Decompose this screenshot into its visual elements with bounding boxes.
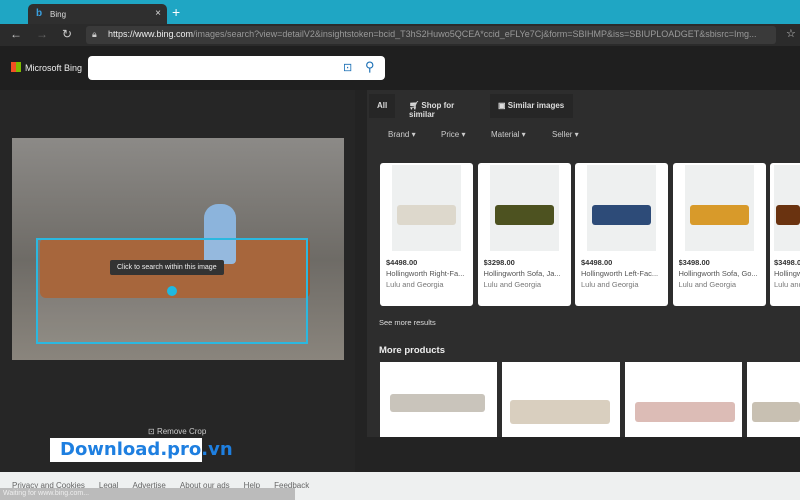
product-title: Hollingworth Right-Fa...: [386, 269, 465, 278]
forward-icon[interactable]: →: [36, 27, 48, 41]
product-seller: Lulu and Georgia: [774, 280, 800, 289]
filter-label: Seller: [552, 130, 573, 139]
product-image: [752, 402, 800, 422]
tab-all[interactable]: All: [369, 94, 396, 118]
filter-label: Price: [441, 130, 460, 139]
product-card[interactable]: $4498.00 Hollingworth Left-Fac... Lulu a…: [575, 163, 668, 306]
hotspot-dot[interactable]: [167, 286, 177, 296]
product-seller: Lulu and Georgia: [678, 280, 737, 289]
remove-crop-button[interactable]: ⊡ Remove Crop: [148, 427, 206, 436]
sofa-image: [776, 205, 800, 225]
product-image: [489, 165, 559, 251]
more-product-item[interactable]: [747, 362, 800, 437]
filter-brand[interactable]: Brand ▾: [388, 130, 416, 139]
tab-similar-images[interactable]: ▣ Similar images: [490, 94, 573, 118]
product-image: [510, 400, 610, 424]
more-products-heading: More products: [379, 345, 445, 356]
new-tab-button[interactable]: +: [172, 4, 180, 20]
watermark: Download.pro.vn: [50, 438, 233, 462]
refresh-icon[interactable]: ↻: [62, 27, 72, 41]
filter-label: Material: [491, 130, 520, 139]
product-image: [390, 394, 485, 412]
image-icon: ▣: [498, 101, 508, 110]
sofa-image: [494, 205, 554, 225]
more-product-item[interactable]: [502, 362, 620, 437]
url-host: https://www.bing.com: [108, 29, 194, 39]
product-title: Hollingworth Sofa: [774, 269, 800, 278]
product-price: $4498.00: [386, 258, 418, 267]
product-image: [684, 165, 754, 251]
sofa-image: [689, 205, 749, 225]
product-card[interactable]: $3298.00 Hollingworth Sofa, Ja... Lulu a…: [477, 163, 571, 306]
filter-price[interactable]: Price ▾: [441, 130, 465, 139]
product-seller: Lulu and Georgia: [581, 280, 639, 289]
tab-shop-for-similar[interactable]: 🛒︎ Shop for similar: [401, 94, 487, 119]
lock-icon: 🔒︎: [92, 29, 97, 39]
see-more-results-link[interactable]: See more results: [379, 318, 436, 327]
more-product-item[interactable]: [380, 362, 497, 437]
product-title: Hollingworth Sofa, Ja...: [483, 269, 561, 278]
product-price: $3298.00: [483, 258, 515, 267]
close-tab-icon[interactable]: ×: [155, 8, 161, 19]
search-icon[interactable]: ⚲: [365, 59, 375, 75]
product-image: [587, 165, 656, 251]
tooltip: Click to search within this image: [110, 260, 224, 275]
product-image: [635, 402, 735, 422]
product-price: $3498.00: [774, 258, 800, 267]
uploaded-image: Click to search within this image: [12, 138, 344, 360]
search-input[interactable]: ⊡ ⚲: [88, 56, 385, 80]
bing-icon: b: [36, 8, 43, 19]
remove-crop-label: Remove Crop: [156, 427, 207, 436]
filter-seller[interactable]: Seller ▾: [552, 130, 579, 139]
product-card[interactable]: $3498.00 Hollingworth Sofa Lulu and Geor…: [770, 163, 800, 306]
cart-icon: 🛒︎: [409, 101, 422, 110]
sofa-image: [592, 205, 651, 225]
product-price: $3498.00: [678, 258, 710, 267]
favorite-icon[interactable]: ☆: [786, 27, 796, 40]
sofa-image: [397, 205, 456, 225]
more-product-item[interactable]: [625, 362, 742, 437]
product-card[interactable]: $3498.00 Hollingworth Sofa, Go... Lulu a…: [672, 163, 766, 306]
crop-icon: ⊡: [148, 427, 157, 436]
product-card[interactable]: $4498.00 Hollingworth Right-Fa... Lulu a…: [380, 163, 473, 306]
tab-label: Similar images: [507, 101, 565, 110]
product-price: $4498.00: [581, 258, 613, 267]
product-title: Hollingworth Sofa, Go...: [678, 269, 758, 278]
filter-material[interactable]: Material ▾: [491, 130, 526, 139]
microsoft-logo-icon: [11, 62, 21, 72]
back-icon[interactable]: ←: [10, 27, 22, 41]
url-field[interactable]: 🔒︎ https://www.bing.com/images/search?vie…: [86, 26, 776, 44]
product-seller: Lulu and Georgia: [386, 280, 444, 289]
product-image: [392, 165, 461, 251]
tab-title: Bing: [50, 10, 67, 19]
product-seller: Lulu and Georgia: [483, 280, 542, 289]
url-path: /images/search?view=detailV2&insightstok…: [193, 29, 757, 39]
status-bar: Waiting for www.bing.com...: [0, 488, 295, 500]
logo[interactable]: Microsoft Bing: [25, 63, 82, 73]
filter-label: Brand: [388, 130, 410, 139]
product-image: [774, 165, 800, 251]
product-title: Hollingworth Left-Fac...: [581, 269, 659, 278]
visual-search-icon[interactable]: ⊡: [343, 61, 352, 74]
browser-tab[interactable]: b Bing ×: [28, 4, 167, 24]
